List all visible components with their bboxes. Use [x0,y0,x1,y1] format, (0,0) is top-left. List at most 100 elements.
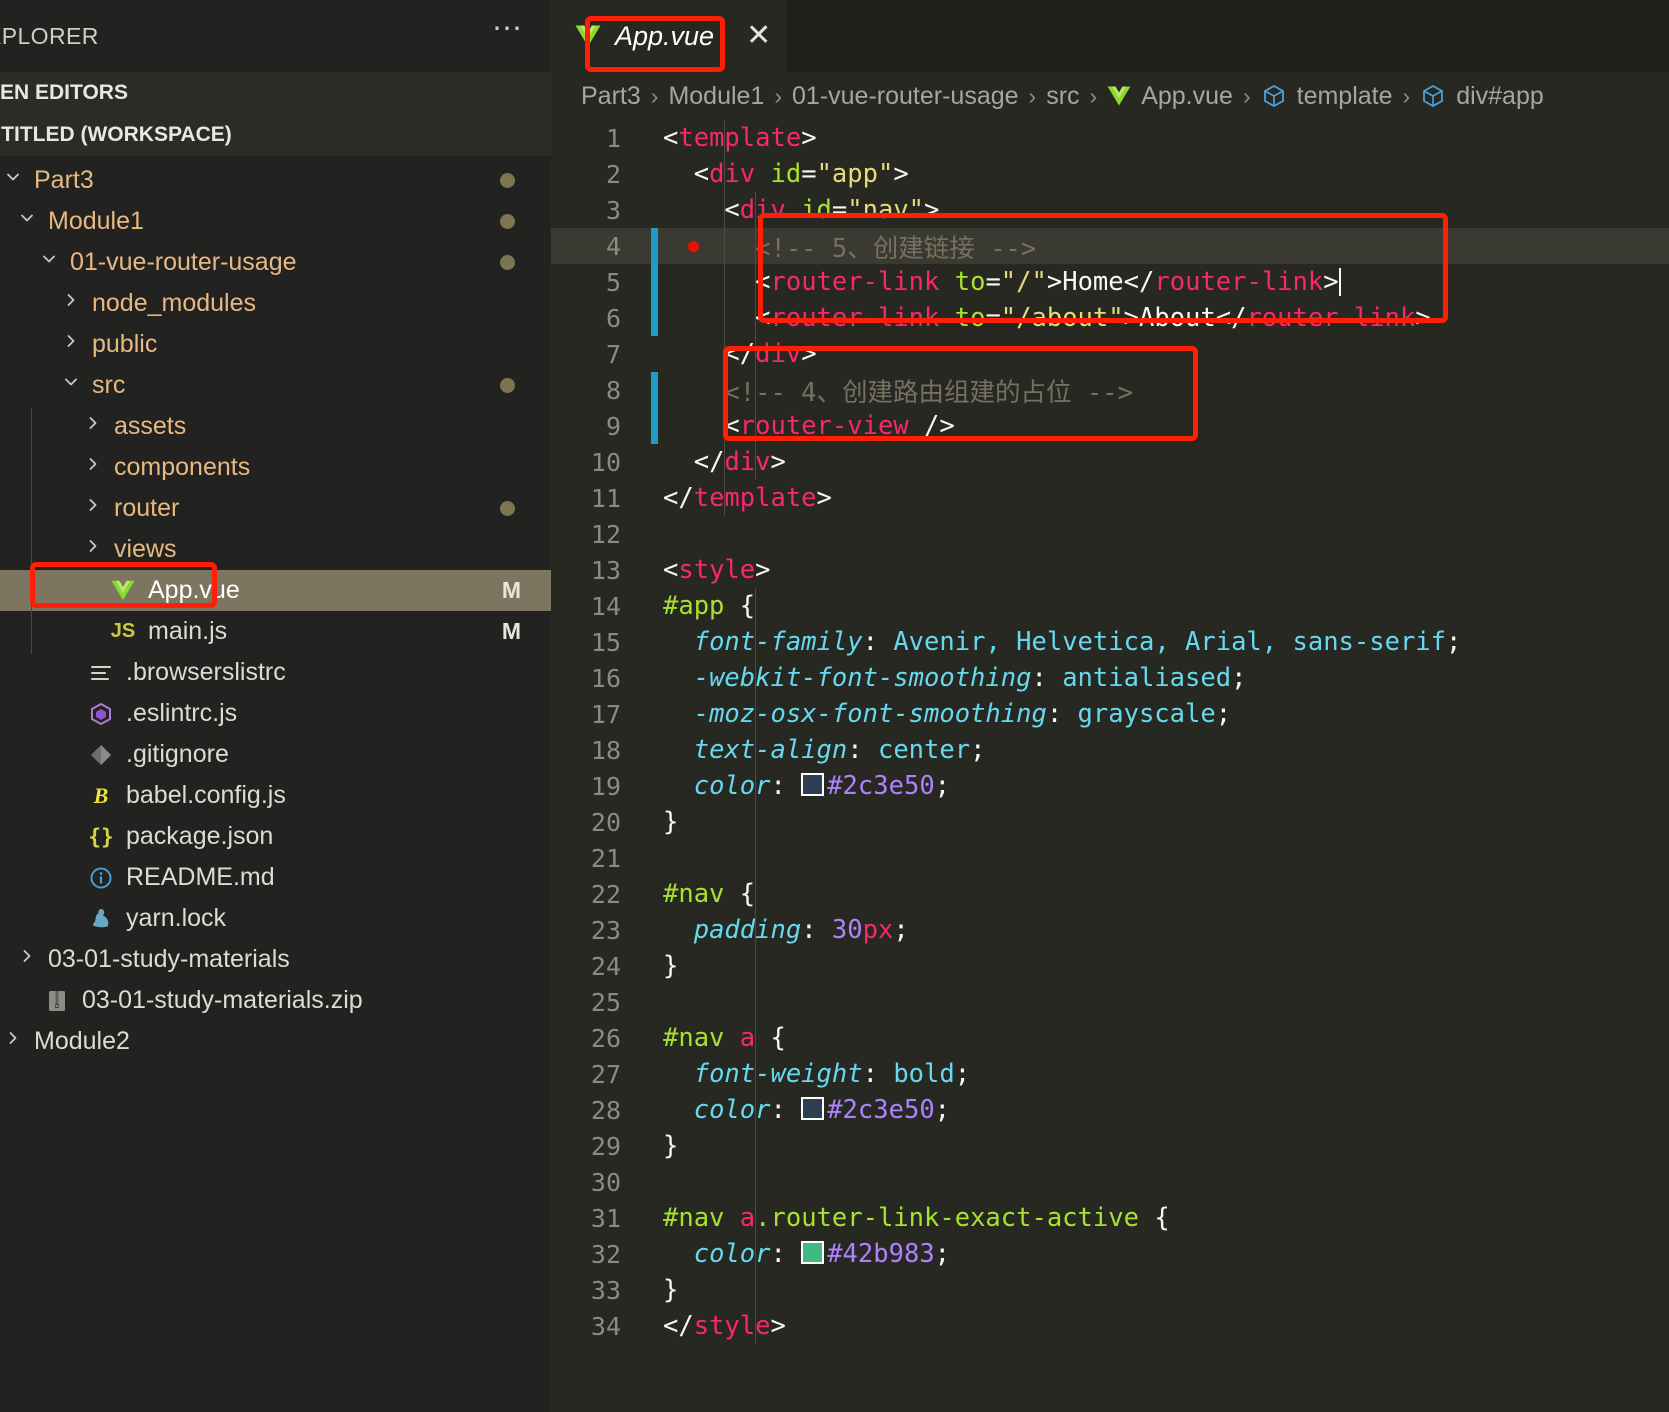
code-line[interactable]: 1 <template> [551,120,1669,156]
file-tree-item-selected[interactable]: App.vue M [0,570,551,611]
line-number: 15 [590,627,621,657]
chevron-right-icon[interactable] [80,496,106,520]
breadcrumb-item[interactable]: App.vue [1141,82,1233,111]
tab-app-vue[interactable]: App.vue ✕ [551,0,788,72]
color-swatch[interactable] [801,1097,825,1120]
code-line[interactable]: 11 </template> [551,480,1669,516]
chevron-right-icon[interactable] [80,455,106,479]
breadcrumb-item[interactable]: div#app [1456,82,1544,111]
file-tree-item[interactable]: views [0,529,551,570]
ellipsis-icon[interactable]: ⋯ [492,14,525,48]
file-tree-item[interactable]: Module2 [0,1021,551,1062]
file-tree-item[interactable]: .browserslistrc [0,652,551,693]
file-tree-item[interactable]: node_modules [0,283,551,324]
file-tree-item[interactable]: Part3 [0,160,551,201]
file-tree-item[interactable]: 03-01-study-materials.zip [0,980,551,1021]
line-number: 16 [590,663,621,693]
file-tree-item[interactable]: JS main.js M [0,611,551,652]
code-line[interactable]: 6 <router-link to="/about">About</router… [551,300,1669,336]
chevron-right-icon[interactable] [14,947,40,971]
workspace-section-header[interactable]: NTITLED (WORKSPACE) [0,114,551,156]
file-tree-item[interactable]: src [0,365,551,406]
code-line[interactable]: 23 padding: 30px; [551,912,1669,948]
color-swatch[interactable] [801,1241,825,1264]
code-line[interactable]: 29} [551,1128,1669,1164]
breadcrumb-item[interactable]: template [1297,82,1393,111]
color-swatch[interactable] [801,773,825,796]
code-line[interactable]: 22 #nav { [551,876,1669,912]
code-line[interactable]: 34 </style> [551,1308,1669,1344]
chevron-right-icon[interactable] [80,414,106,438]
code-editor[interactable]: 1 <template> 2 <div id="app"> 3 <div id="na… [551,120,1669,1412]
code-line[interactable]: 4 <!-- 5、创建链接 --> [551,228,1669,264]
code-line-text: <router-link to="/">Home</router-link> [755,267,1341,297]
chevron-right-icon[interactable] [58,291,84,315]
breadcrumb-item[interactable]: Module1 [668,82,764,111]
code-line[interactable]: 17 -moz-osx-font-smoothing: grayscale; [551,696,1669,732]
breadcrumb-item[interactable]: Part3 [581,82,641,111]
code-line[interactable]: 24} [551,948,1669,984]
chevron-right-icon[interactable] [58,332,84,356]
code-line-text: <router-link to="/about">About</router-l… [755,303,1431,333]
code-line[interactable]: 16 -webkit-font-smoothing: antialiased; [551,660,1669,696]
file-tree-item-label: .browserslistrc [126,658,286,686]
breakpoint-icon[interactable] [688,240,699,252]
file-tree-item[interactable]: yarn.lock [0,898,551,939]
file-tree-item-label: .eslintrc.js [126,699,238,727]
file-tree-item[interactable]: assets [0,406,551,447]
code-line[interactable]: 26 #nav a { [551,1020,1669,1056]
file-tree-item-label: 01-vue-router-usage [70,248,297,276]
file-tree-item[interactable]: .eslintrc.js [0,693,551,734]
file-tree-item[interactable]: README.md [0,857,551,898]
file-tree-item[interactable]: 01-vue-router-usage [0,242,551,283]
file-tree-item[interactable]: router [0,488,551,529]
code-line[interactable]: 20} [551,804,1669,840]
code-line[interactable]: 14 #app { [551,588,1669,624]
code-line[interactable]: 13 <style> [551,552,1669,588]
chevron-right-icon[interactable] [80,537,106,561]
code-line[interactable]: 27 font-weight: bold; [551,1056,1669,1092]
code-line[interactable]: 3 <div id="nav"> [551,192,1669,228]
code-line[interactable]: 31 #nav a.router-link-exact-active { [551,1200,1669,1236]
chevron-down-icon[interactable] [14,209,40,233]
code-line[interactable]: 18 text-align: center; [551,732,1669,768]
code-line[interactable]: 21 [551,840,1669,876]
file-tree-item-label: Module1 [48,207,144,235]
code-line[interactable]: 12 [551,516,1669,552]
chevron-right-icon[interactable] [0,1029,26,1053]
code-line[interactable]: 25 [551,984,1669,1020]
zip-icon [40,989,74,1013]
code-line[interactable]: 10 </div> [551,444,1669,480]
chevron-down-icon[interactable] [0,168,26,192]
file-tree-item[interactable]: public [0,324,551,365]
code-line[interactable]: 5 <router-link to="/">Home</router-link> [551,264,1669,300]
file-tree-item[interactable]: {} package.json [0,816,551,857]
file-tree-item[interactable]: .gitignore [0,734,551,775]
line-number: 20 [590,807,621,837]
open-editors-section-header[interactable]: PEN EDITORS [0,72,551,114]
code-line[interactable]: 9 <router-view /> [551,408,1669,444]
breadcrumb-item[interactable]: src [1046,82,1079,111]
code-line[interactable]: 33} [551,1272,1669,1308]
breadcrumb-item[interactable]: 01-vue-router-usage [792,82,1019,111]
code-line[interactable]: 32 color: #42b983; [551,1236,1669,1272]
close-icon[interactable]: ✕ [746,21,771,51]
file-tree-item[interactable]: Bbabel.config.js [0,775,551,816]
code-line[interactable]: 19 color: #2c3e50; [551,768,1669,804]
chevron-down-icon[interactable] [58,373,84,397]
code-line[interactable]: 7 </div> [551,336,1669,372]
file-tree-item-label: node_modules [92,289,257,317]
file-tree-item[interactable]: 03-01-study-materials [0,939,551,980]
chevron-down-icon[interactable] [36,250,62,274]
code-line[interactable]: 30 [551,1164,1669,1200]
file-tree-item[interactable]: Module1 [0,201,551,242]
file-tree-item[interactable]: components [0,447,551,488]
unsaved-dot-icon [500,378,515,393]
code-line[interactable]: 15 font-family: Avenir, Helvetica, Arial… [551,624,1669,660]
babel-icon: B [93,782,109,808]
code-line[interactable]: 28 color: #2c3e50; [551,1092,1669,1128]
code-line[interactable]: 8 <!-- 4、创建路由组建的占位 --> [551,372,1669,408]
code-line[interactable]: 2 <div id="app"> [551,156,1669,192]
unsaved-dot-icon [500,173,515,188]
unsaved-dot-icon [500,214,515,229]
